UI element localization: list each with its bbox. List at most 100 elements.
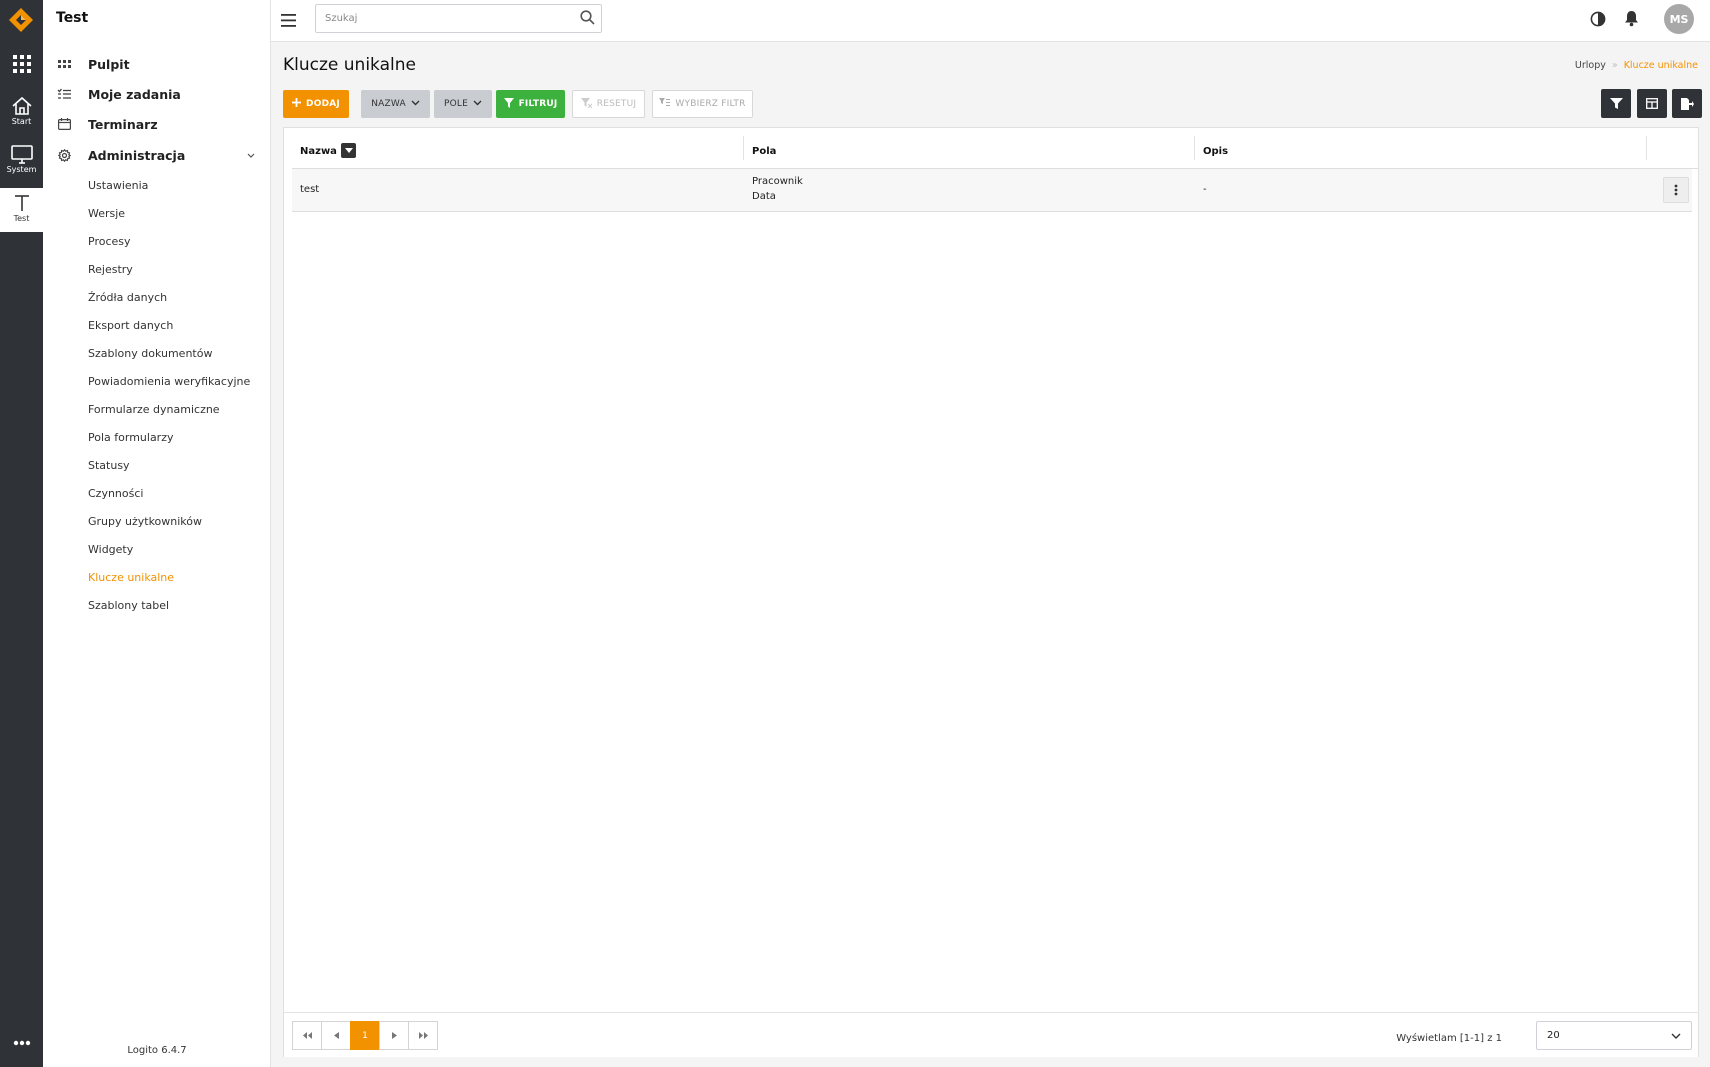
chevron-down-icon: [411, 99, 420, 109]
name-filter-label: NAZWA: [371, 99, 406, 109]
column-divider[interactable]: [1194, 136, 1195, 160]
reset-button-label: RESETUJ: [596, 99, 637, 109]
filter-button-label: FILTRUJ: [518, 99, 558, 109]
per-page-select[interactable]: 20: [1536, 1021, 1692, 1050]
filter-list-icon: [659, 98, 671, 110]
showing-range: Wyświetlam [1-1] z 1: [1396, 1033, 1502, 1044]
table-row[interactable]: test Pracownik Data -: [292, 169, 1692, 212]
bell-icon[interactable]: [1624, 10, 1639, 31]
sidebar-subitem[interactable]: Powiadomienia weryfikacyjne: [88, 374, 250, 390]
column-header-opis[interactable]: Opis: [1203, 146, 1228, 157]
sidebar-subitem[interactable]: Czynności: [88, 486, 143, 502]
field-filter-dropdown[interactable]: POLE: [434, 90, 492, 118]
sidebar-item-administracja[interactable]: Administracja: [56, 144, 185, 166]
sidebar-subitem[interactable]: Szablony dokumentów: [88, 346, 212, 362]
file-export-icon: [1680, 97, 1694, 110]
pagination: 1 Wyświetlam [1-1] z 1 20: [284, 1012, 1698, 1057]
filter-panel-button[interactable]: [1601, 89, 1631, 118]
column-divider[interactable]: [743, 136, 744, 160]
rail-item-label: System: [6, 165, 37, 174]
cell-nazwa: test: [300, 184, 320, 195]
sidebar-item-label: Moje zadania: [88, 86, 181, 102]
theme-toggle-icon[interactable]: [1590, 11, 1606, 31]
name-filter-dropdown[interactable]: NAZWA: [361, 90, 430, 118]
sort-desc-icon[interactable]: [341, 143, 356, 158]
breadcrumb-current: Klucze unikalne: [1623, 60, 1698, 71]
table-view-button[interactable]: [1637, 89, 1667, 118]
chevron-down-icon: [1671, 1031, 1681, 1042]
avatar[interactable]: MS: [1664, 4, 1694, 34]
monitor-icon: [10, 145, 33, 164]
sidebar-subitem[interactable]: Statusy: [88, 458, 130, 474]
search-input[interactable]: [316, 5, 556, 32]
sidebar-item-pulpit[interactable]: Pulpit: [56, 53, 130, 75]
column-header-nazwa[interactable]: Nazwa: [300, 146, 337, 157]
sidebar-item-label: Terminarz: [88, 116, 158, 132]
row-actions-icon[interactable]: [1663, 177, 1689, 203]
page-title: Klucze unikalne: [283, 55, 416, 75]
breadcrumb-separator-icon: »: [1611, 60, 1618, 71]
sidebar-subitem[interactable]: Pola formularzy: [88, 430, 174, 446]
breadcrumb-item[interactable]: Urlopy: [1575, 60, 1606, 71]
rail-item-label: Test: [13, 214, 30, 223]
cell-opis: -: [1203, 184, 1207, 195]
add-button-label: DODAJ: [306, 99, 340, 109]
search-box: [315, 4, 602, 33]
rail-item-label: Start: [11, 117, 32, 126]
logito-logo-icon[interactable]: [7, 6, 35, 34]
column-divider[interactable]: [1646, 136, 1647, 160]
app-version: Logito 6.4.7: [127, 1045, 187, 1056]
dashboard-icon: [56, 60, 72, 68]
sidebar-subitem[interactable]: Rejestry: [88, 262, 133, 278]
column-header-pola[interactable]: Pola: [752, 146, 776, 157]
cell-pola-2: Data: [752, 191, 776, 202]
rail-item-start[interactable]: Start: [0, 96, 43, 132]
plus-icon: [292, 98, 302, 110]
sidebar-subitem[interactable]: Klucze unikalne: [88, 570, 174, 586]
data-table: Nazwa Pola Opis test Pracownik Data - 1 …: [283, 127, 1699, 1057]
sidebar-subitem[interactable]: Wersje: [88, 206, 125, 222]
next-page-icon[interactable]: [379, 1021, 409, 1050]
choose-filter-button[interactable]: WYBIERZ FILTR: [652, 90, 753, 118]
home-icon: [11, 96, 32, 115]
tasks-icon: [56, 88, 72, 100]
sidebar-subitem[interactable]: Grupy użytkowników: [88, 514, 202, 530]
cell-pola-1: Pracownik: [752, 176, 803, 187]
hamburger-menu-icon[interactable]: [281, 12, 296, 31]
filter-button[interactable]: FILTRUJ: [496, 90, 565, 118]
sidebar-subitem[interactable]: Szablony tabel: [88, 598, 169, 614]
first-page-icon[interactable]: [292, 1021, 322, 1050]
calendar-icon: [56, 118, 72, 130]
funnel-settings-icon: [1609, 97, 1623, 109]
search-icon[interactable]: [580, 10, 595, 29]
funnel-icon: [503, 97, 514, 111]
sidebar-subitem[interactable]: Procesy: [88, 234, 131, 250]
chevron-down-icon: [473, 99, 482, 109]
gear-icon: [56, 148, 72, 162]
apps-grid-icon[interactable]: [0, 55, 43, 77]
sidebar-subitem[interactable]: Formularze dynamiczne: [88, 402, 220, 418]
topbar: MS: [271, 0, 1710, 42]
sidebar-item-moje-zadania[interactable]: Moje zadania: [56, 83, 181, 105]
reset-button[interactable]: RESETUJ: [572, 90, 645, 118]
more-icon[interactable]: [0, 1040, 43, 1054]
export-button[interactable]: [1672, 89, 1702, 118]
chevron-down-icon[interactable]: [247, 150, 255, 161]
last-page-icon[interactable]: [408, 1021, 438, 1050]
table-icon: [1646, 98, 1658, 109]
add-button[interactable]: DODAJ: [283, 90, 349, 118]
sidebar-subitem[interactable]: Eksport danych: [88, 318, 173, 334]
prev-page-icon[interactable]: [321, 1021, 351, 1050]
sidebar-item-terminarz[interactable]: Terminarz: [56, 113, 158, 135]
choose-filter-label: WYBIERZ FILTR: [675, 99, 746, 109]
text-icon: [14, 195, 29, 211]
field-filter-label: POLE: [443, 99, 468, 109]
sidebar-subitem[interactable]: Ustawienia: [88, 178, 148, 194]
sidebar-subitem[interactable]: Widgety: [88, 542, 133, 558]
sidebar-item-label: Administracja: [88, 147, 186, 163]
sidebar-subitem[interactable]: Źródła danych: [88, 290, 167, 306]
rail-item-test[interactable]: Test: [0, 188, 43, 232]
per-page-value: 20: [1547, 1030, 1560, 1041]
page-number-button[interactable]: 1: [350, 1021, 380, 1050]
rail-item-system[interactable]: System: [0, 144, 43, 180]
